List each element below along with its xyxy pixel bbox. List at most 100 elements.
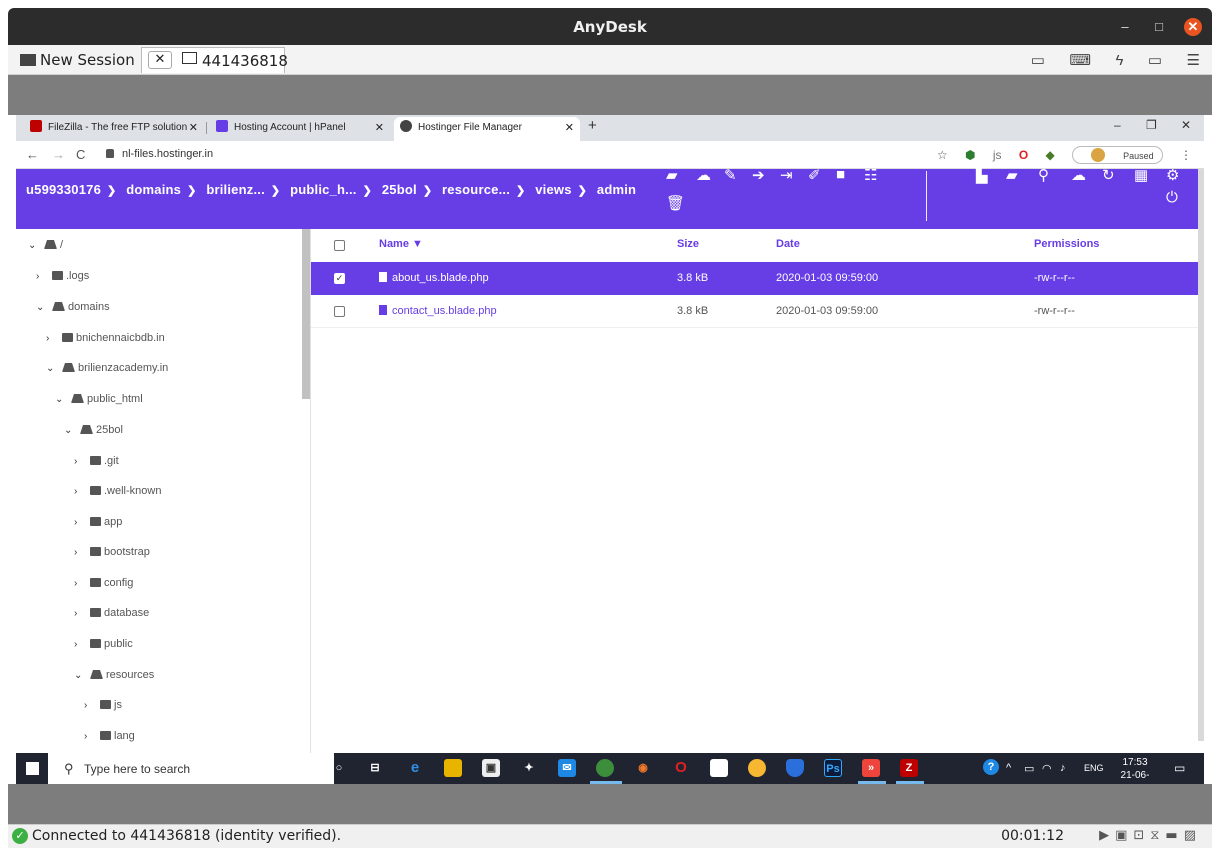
menu-icon[interactable]: ☰ [1187, 51, 1200, 69]
new-session-button[interactable]: New Session [20, 51, 135, 69]
lock-icon[interactable]: ⊡ [1133, 828, 1150, 843]
chevron-down-icon[interactable]: ⌄ [74, 670, 84, 681]
hourglass-icon[interactable]: ⧖ [1150, 828, 1165, 843]
browser-menu-icon[interactable]: ⋮ [1180, 148, 1192, 162]
column-date[interactable]: Date [776, 238, 800, 250]
vpn-icon[interactable] [748, 759, 766, 777]
chevron-down-icon[interactable]: ⌄ [55, 394, 65, 405]
browser-minimize-button[interactable]: – [1114, 118, 1121, 132]
battery-icon[interactable]: ▭ [1024, 762, 1034, 775]
tab-hpanel[interactable]: Hosting Account | hPanel ✕ [210, 117, 390, 141]
tree-item[interactable]: › .git [74, 455, 119, 467]
rename-icon[interactable]: ✐ [808, 166, 821, 184]
taskbar-search[interactable]: ⚲ Type here to search [48, 753, 334, 784]
new-tab-button[interactable]: + [588, 117, 597, 134]
settings-icon[interactable]: ⚙ [1166, 166, 1179, 184]
breadcrumb-item[interactable]: domains [126, 182, 181, 197]
chevron-down-icon[interactable]: ⌄ [36, 302, 46, 313]
page-scrollbar[interactable] [1198, 169, 1204, 741]
audio-icon[interactable]: ▶ [1099, 828, 1115, 843]
grid-view-icon[interactable]: ▦ [1134, 166, 1148, 184]
anydesk-icon[interactable]: » [862, 759, 880, 777]
minimize-button[interactable]: – [1116, 18, 1134, 36]
cortana-icon[interactable]: ○ [330, 759, 348, 777]
language-indicator[interactable]: ENG [1084, 763, 1104, 773]
tree-item[interactable]: › lang [84, 730, 135, 742]
chevron-right-icon[interactable]: › [84, 700, 94, 711]
chevron-down-icon[interactable]: ⌄ [46, 363, 56, 374]
chrome-icon[interactable] [596, 759, 614, 777]
volume-icon[interactable]: ♪ [1060, 762, 1066, 774]
tree-item[interactable]: ⌄ resources [74, 669, 154, 681]
row-checkbox[interactable] [334, 306, 345, 317]
tree-item[interactable]: › public [74, 638, 133, 650]
browser-close-button[interactable]: ✕ [1181, 118, 1191, 132]
tab-filezilla[interactable]: FileZilla - The free FTP solution ✕ [24, 117, 204, 141]
breadcrumb-item[interactable]: u599330176 [26, 182, 101, 197]
chevron-right-icon[interactable]: › [74, 517, 84, 528]
close-tab-icon[interactable]: ✕ [565, 117, 574, 139]
tree-item[interactable]: ⌄ / [28, 239, 63, 251]
blender-icon[interactable]: ◉ [634, 759, 652, 777]
chevron-right-icon[interactable]: › [74, 456, 84, 467]
file-name[interactable]: contact_us.blade.php [379, 305, 497, 317]
chevron-right-icon[interactable]: › [74, 486, 84, 497]
tree-item[interactable]: › database [74, 607, 149, 619]
tree-item[interactable]: ⌄ public_html [55, 393, 143, 405]
keyboard-icon[interactable]: ⌨ [1069, 51, 1091, 69]
dropbox-icon[interactable]: ✦ [520, 759, 538, 777]
session-tab[interactable]: ✕ 441436818 [141, 47, 288, 73]
extract-icon[interactable]: ☷ [864, 166, 877, 184]
upload-cloud-icon[interactable]: ☁ [1071, 166, 1086, 184]
filezilla-icon[interactable]: Z [900, 759, 918, 777]
forward-icon[interactable]: → [52, 147, 65, 162]
address-bar[interactable]: nl-files.hostinger.in [106, 148, 213, 160]
maximize-button[interactable]: □ [1150, 18, 1168, 36]
refresh-icon[interactable]: ↻ [1102, 166, 1115, 184]
tree-item[interactable]: › .well-known [74, 485, 161, 497]
chevron-right-icon[interactable]: › [74, 639, 84, 650]
close-tab-icon[interactable]: ✕ [375, 117, 384, 139]
shield-app-icon[interactable] [786, 759, 804, 777]
notepad-icon[interactable] [710, 759, 728, 777]
chevron-right-icon[interactable]: › [84, 731, 94, 742]
chevron-down-icon[interactable]: ⌄ [28, 240, 38, 251]
bookmark-star-icon[interactable]: ☆ [937, 148, 948, 162]
opera-extension-icon[interactable]: O [1019, 148, 1028, 162]
profile-button[interactable]: Paused [1072, 146, 1163, 164]
breadcrumb-item[interactable]: admin [597, 182, 636, 197]
chevron-right-icon[interactable]: › [74, 547, 84, 558]
upload-icon[interactable]: ☁ [696, 166, 711, 184]
close-button[interactable]: ✕ [1184, 18, 1202, 36]
sidebar-scrollbar[interactable] [302, 229, 310, 399]
breadcrumb-item[interactable]: resource... [442, 182, 510, 197]
chevron-right-icon[interactable]: › [36, 271, 46, 282]
search-icon[interactable]: ⚲ [1038, 166, 1049, 184]
tree-item[interactable]: › bnichennaicbdb.in [46, 332, 165, 344]
edit-icon[interactable]: ✎ [724, 166, 737, 184]
breadcrumb-item[interactable]: views [535, 182, 571, 197]
new-folder-icon[interactable]: ▰ [1006, 166, 1018, 184]
column-name[interactable]: Name ▼ [379, 238, 423, 250]
tree-item[interactable]: ⌄ domains [36, 301, 110, 313]
tab-file-manager[interactable]: Hostinger File Manager ✕ [394, 117, 580, 141]
column-permissions[interactable]: Permissions [1034, 238, 1099, 250]
windows-start-icon[interactable] [26, 762, 39, 775]
chevron-up-icon[interactable]: ^ [1006, 762, 1011, 774]
logout-icon[interactable]: ⏻ [1166, 189, 1178, 206]
select-all-checkbox[interactable] [334, 240, 345, 251]
extension-icon[interactable]: ◆ [1046, 148, 1055, 162]
chevron-right-icon[interactable]: › [74, 578, 84, 589]
reload-icon[interactable]: C [76, 147, 85, 162]
trash-icon[interactable]: 🗑 [666, 194, 685, 212]
display-icon[interactable]: ▭ [1148, 51, 1162, 69]
wifi-icon[interactable]: ◠ [1042, 762, 1052, 775]
actions-icon[interactable]: ϟ [1116, 52, 1124, 69]
tree-item[interactable]: ⌄ brilienzacademy.in [46, 362, 168, 374]
tree-item[interactable]: ⌄ 25bol [64, 424, 123, 436]
browser-restore-button[interactable]: ❐ [1146, 118, 1157, 132]
breadcrumb-item[interactable]: 25bol [382, 182, 417, 197]
js-extension-icon[interactable]: js [993, 148, 1002, 162]
new-file-icon[interactable]: ▙ [976, 166, 988, 184]
file-row[interactable]: contact_us.blade.php 3.8 kB 2020-01-03 0… [311, 295, 1198, 328]
